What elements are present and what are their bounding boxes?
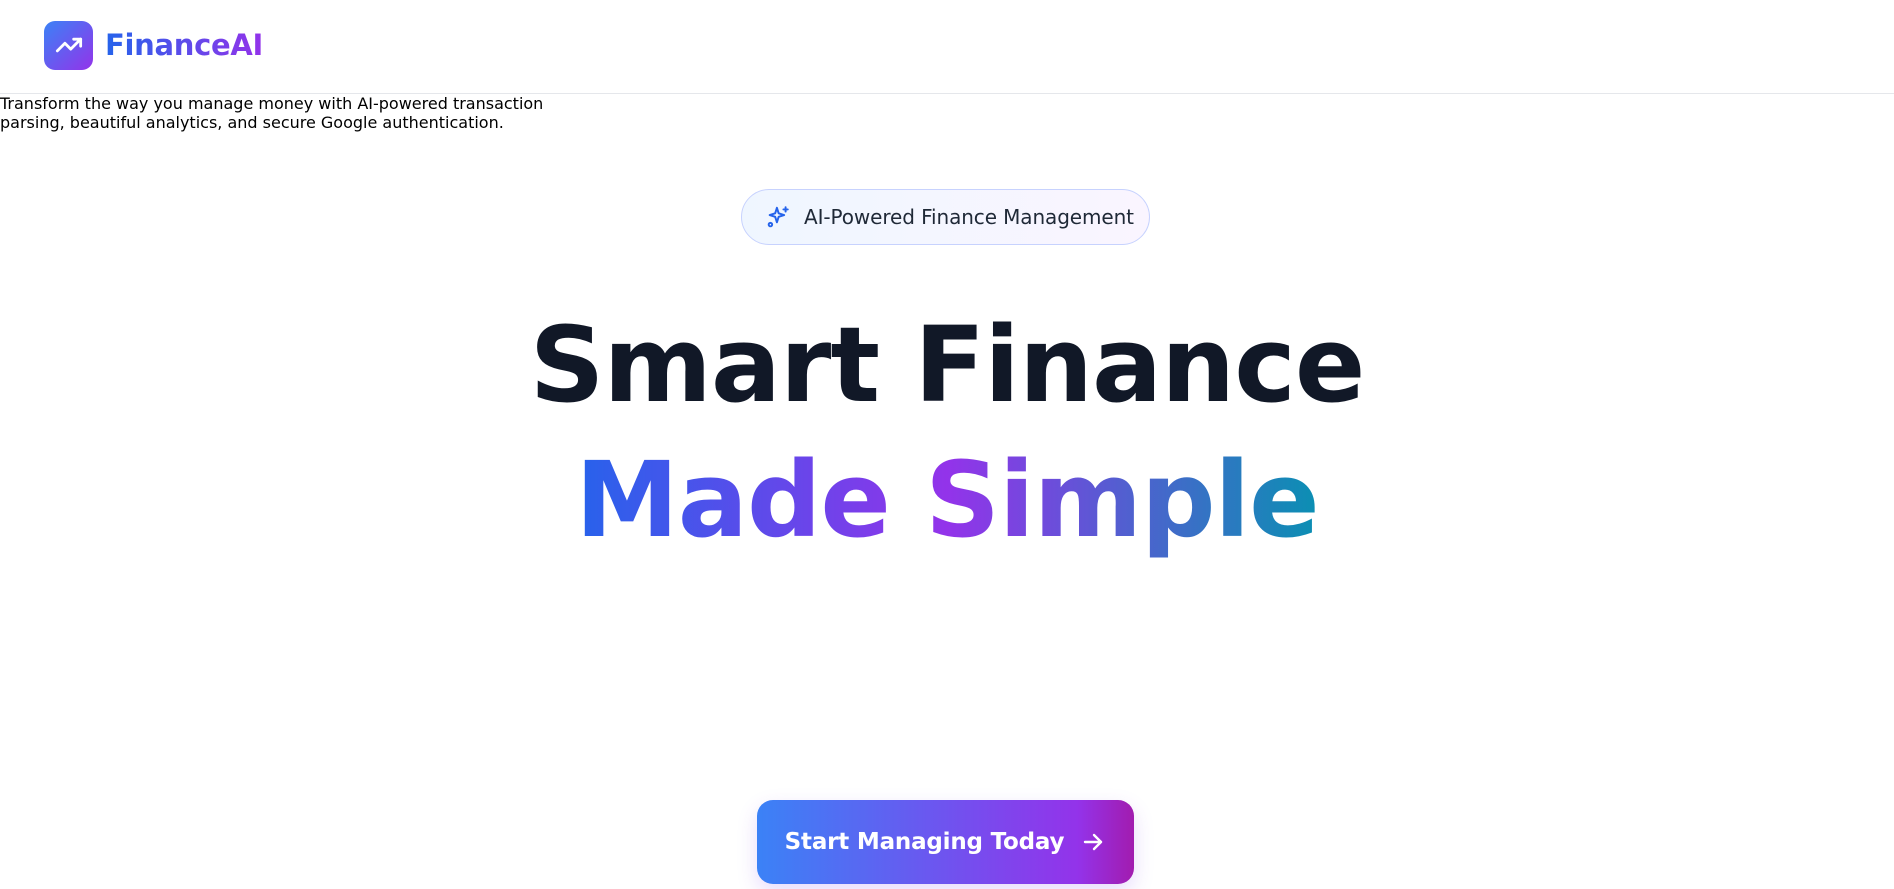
headline-primary: Smart Finance (529, 304, 1366, 426)
brand-name: FinanceAI (105, 27, 264, 62)
cta-label: Start Managing Today (784, 829, 1065, 855)
top-header: FinanceAI (0, 0, 1894, 94)
sparkles-icon (764, 203, 792, 231)
hero-section: AI-Powered Finance Management Smart Fina… (0, 94, 1894, 889)
ai-badge-label: AI-Powered Finance Management (804, 205, 1134, 229)
headline-gradient-text: Made Simple (569, 439, 1324, 575)
start-managing-button[interactable]: Start Managing Today (757, 800, 1134, 884)
brand-logo-link[interactable]: FinanceAI (44, 20, 263, 70)
headline-secondary: Made Simple (0, 440, 1894, 561)
trending-up-icon (44, 20, 93, 70)
subtitle-line-2: parsing, beautiful analytics, and secure… (0, 113, 504, 132)
subtitle-line-1: Transform the way you manage money with … (0, 94, 544, 113)
landing-page: FinanceAI AI-Powered Finance Management … (0, 0, 1894, 889)
arrow-right-icon (1080, 829, 1106, 855)
ai-badge: AI-Powered Finance Management (741, 189, 1150, 245)
